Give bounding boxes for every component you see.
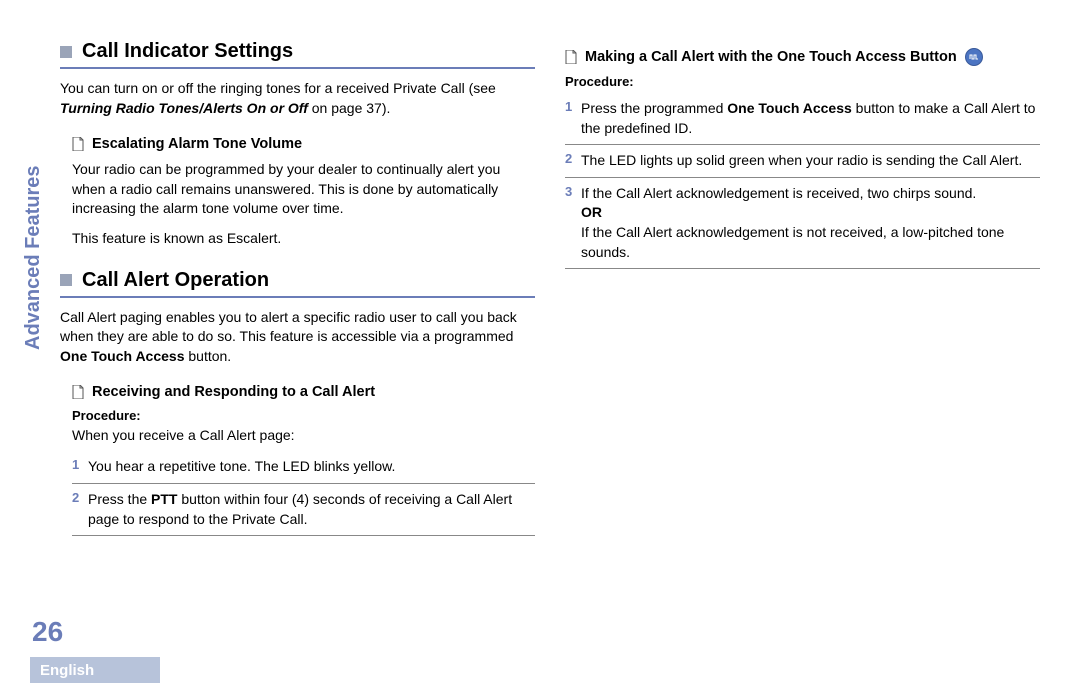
steps-list: 1 You hear a repetitive tone. The LED bl… [60, 451, 535, 536]
document-icon [72, 137, 84, 151]
step-text: You hear a repetitive tone. The LED blin… [88, 457, 395, 477]
list-item: 3 If the Call Alert acknowledgement is r… [565, 178, 1040, 269]
step-text: If the Call Alert acknowledgement is rec… [581, 184, 1040, 262]
document-icon [565, 50, 577, 64]
step-number: 3 [565, 184, 581, 262]
step-text: The LED lights up solid green when your … [581, 151, 1022, 171]
heading-call-alert-operation: Call Alert Operation [60, 269, 535, 298]
heading-escalating-alarm: Escalating Alarm Tone Volume [60, 136, 535, 152]
page-body: Call Indicator Settings You can turn on … [0, 0, 1080, 610]
square-bullet-icon [60, 274, 72, 286]
heading-receiving-responding: Receiving and Responding to a Call Alert [60, 384, 535, 400]
page-number: 26 [32, 616, 63, 648]
step-number: 2 [72, 490, 88, 529]
intro-text: You can turn on or off the ringing tones… [60, 79, 535, 118]
step-text: Press the PTT button within four (4) sec… [88, 490, 535, 529]
right-column: Making a Call Alert with the One Touch A… [565, 40, 1040, 570]
call-alert-intro: Call Alert paging enables you to alert a… [60, 308, 535, 367]
list-item: 1 You hear a repetitive tone. The LED bl… [72, 451, 535, 484]
procedure-intro: When you receive a Call Alert page: [60, 427, 535, 443]
heading-making-call-alert: Making a Call Alert with the One Touch A… [565, 48, 1040, 66]
step-text: Press the programmed One Touch Access bu… [581, 99, 1040, 138]
heading-call-indicator-settings: Call Indicator Settings [60, 40, 535, 69]
step-number: 2 [565, 151, 581, 171]
one-touch-access-icon [965, 48, 983, 66]
sidebar-section-label: Advanced Features [22, 165, 45, 350]
procedure-label: Procedure: [565, 74, 1040, 89]
document-icon [72, 385, 84, 399]
escalert-p1: Your radio can be programmed by your dea… [60, 160, 535, 219]
footer-language-bar: English [30, 657, 160, 683]
list-item: 2 The LED lights up solid green when you… [565, 145, 1040, 178]
list-item: 2 Press the PTT button within four (4) s… [72, 484, 535, 536]
square-bullet-icon [60, 46, 72, 58]
step-number: 1 [565, 99, 581, 138]
step-number: 1 [72, 457, 88, 477]
left-column: Call Indicator Settings You can turn on … [60, 40, 535, 570]
steps-list: 1 Press the programmed One Touch Access … [565, 93, 1040, 269]
list-item: 1 Press the programmed One Touch Access … [565, 93, 1040, 145]
procedure-label: Procedure: [60, 408, 535, 423]
escalert-p2: This feature is known as Escalert. [60, 229, 535, 249]
